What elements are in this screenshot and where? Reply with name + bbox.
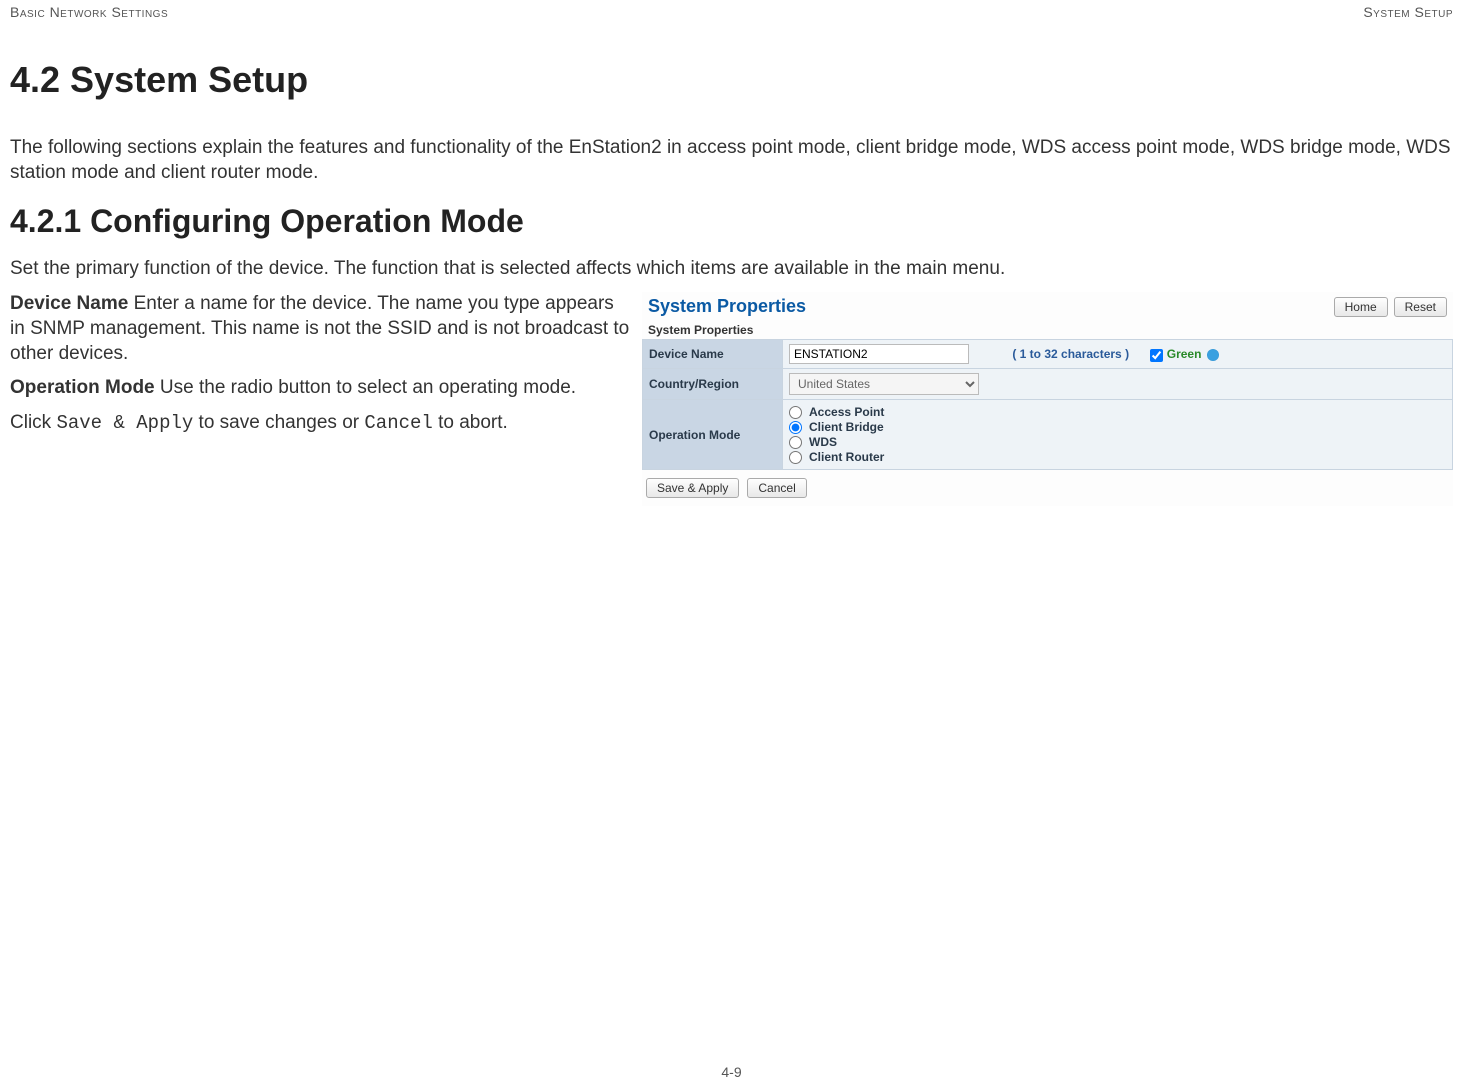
operation-mode-desc: Operation Mode Use the radio button to s… bbox=[10, 376, 630, 401]
home-button[interactable]: Home bbox=[1334, 297, 1388, 317]
operation-mode-term: Operation Mode bbox=[10, 377, 155, 398]
country-label-cell: Country/Region bbox=[643, 369, 783, 400]
radio-wds[interactable]: WDS bbox=[789, 435, 1446, 449]
radio-ap-label: Access Point bbox=[809, 405, 884, 419]
header-left: Basic Network Settings bbox=[10, 4, 168, 20]
panel-title: System Properties bbox=[648, 296, 806, 317]
radio-cr-input[interactable] bbox=[789, 451, 802, 464]
globe-icon bbox=[1207, 349, 1219, 361]
green-checkbox[interactable] bbox=[1150, 349, 1163, 362]
device-name-input[interactable] bbox=[789, 344, 969, 364]
page-number: 4-9 bbox=[721, 1064, 741, 1080]
radio-cb-input[interactable] bbox=[789, 421, 802, 434]
system-properties-panel: System Properties Home Reset System Prop… bbox=[642, 292, 1453, 506]
radio-cb-label: Client Bridge bbox=[809, 420, 884, 434]
reset-button[interactable]: Reset bbox=[1394, 297, 1447, 317]
save-apply-code: Save & Apply bbox=[56, 412, 193, 434]
country-select[interactable]: United States bbox=[789, 373, 979, 395]
table-row: Country/Region United States bbox=[643, 369, 1453, 400]
operation-mode-text: Use the radio button to select an operat… bbox=[155, 377, 576, 398]
cancel-button[interactable]: Cancel bbox=[747, 478, 806, 498]
radio-wds-input[interactable] bbox=[789, 436, 802, 449]
radio-cr-label: Client Router bbox=[809, 450, 884, 464]
device-name-label-cell: Device Name bbox=[643, 340, 783, 369]
main-heading: 4.2 System Setup bbox=[10, 59, 1453, 101]
green-link-text: Green bbox=[1167, 347, 1202, 361]
header-right: System Setup bbox=[1363, 4, 1453, 20]
section-title: System Properties bbox=[642, 321, 1453, 339]
table-row: Operation Mode Access Point Client Bridg… bbox=[643, 400, 1453, 470]
radio-access-point[interactable]: Access Point bbox=[789, 405, 1446, 419]
properties-table: Device Name ( 1 to 32 characters ) Green… bbox=[642, 339, 1453, 470]
description-column: Device Name Enter a name for the device.… bbox=[10, 292, 630, 445]
radio-client-router[interactable]: Client Router bbox=[789, 450, 1446, 464]
opmode-label-cell: Operation Mode bbox=[643, 400, 783, 470]
green-link[interactable]: Green bbox=[1150, 347, 1218, 361]
save-apply-button[interactable]: Save & Apply bbox=[646, 478, 739, 498]
intro-text: The following sections explain the featu… bbox=[10, 136, 1453, 185]
sub-intro: Set the primary function of the device. … bbox=[10, 258, 1453, 280]
country-value-cell: United States bbox=[783, 369, 1453, 400]
action-mid: to save changes or bbox=[193, 412, 364, 433]
action-instruction: Click Save & Apply to save changes or Ca… bbox=[10, 411, 630, 436]
device-name-desc: Device Name Enter a name for the device.… bbox=[10, 292, 630, 366]
sub-heading: 4.2.1 Configuring Operation Mode bbox=[10, 203, 1453, 240]
radio-ap-input[interactable] bbox=[789, 406, 802, 419]
table-row: Device Name ( 1 to 32 characters ) Green bbox=[643, 340, 1453, 369]
device-name-term: Device Name bbox=[10, 293, 128, 314]
opmode-value-cell: Access Point Client Bridge WDS Client Ro… bbox=[783, 400, 1453, 470]
action-suffix: to abort. bbox=[433, 412, 508, 433]
device-name-value-cell: ( 1 to 32 characters ) Green bbox=[783, 340, 1453, 369]
chars-note: ( 1 to 32 characters ) bbox=[1012, 347, 1129, 361]
action-prefix: Click bbox=[10, 412, 56, 433]
cancel-code: Cancel bbox=[364, 412, 432, 434]
radio-wds-label: WDS bbox=[809, 435, 837, 449]
radio-client-bridge[interactable]: Client Bridge bbox=[789, 420, 1446, 434]
